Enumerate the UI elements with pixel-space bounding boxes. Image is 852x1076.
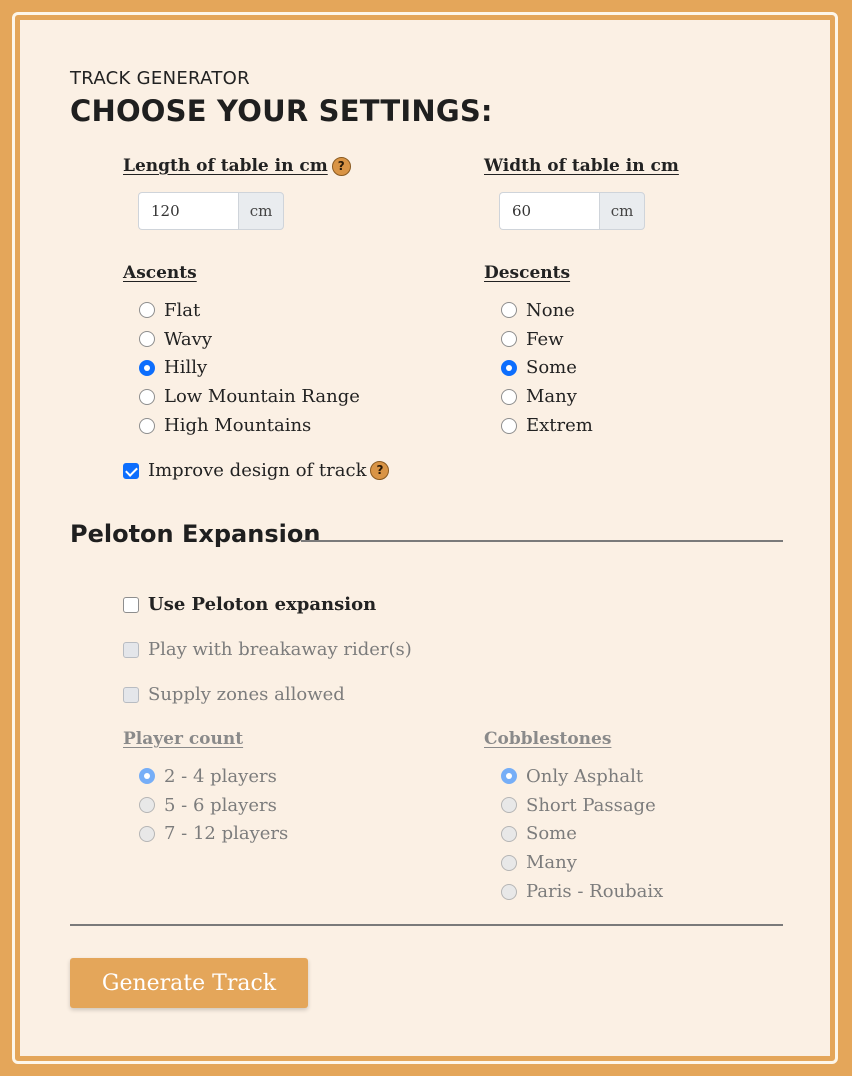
length-input[interactable]: 120 [138,192,238,230]
improve-help-icon[interactable]: ? [370,461,390,480]
player-count-radio-group: 2 - 4 players 5 - 6 players 7 - 12 playe… [139,762,288,848]
radio-button-selected[interactable] [501,359,517,376]
ascents-radio-group: Flat Wavy Hilly Low Mountain Range High … [139,296,360,440]
breakaway-label: Play with breakaway rider(s) [148,639,412,660]
cobblestones-option[interactable]: Some [501,820,663,849]
radio-button[interactable] [139,825,155,842]
radio-button-selected[interactable] [139,768,155,785]
descents-option[interactable]: None [501,296,593,325]
width-input[interactable]: 60 [499,192,599,230]
radio-button[interactable] [139,388,155,405]
use-peloton-row[interactable]: Use Peloton expansion [123,594,376,615]
radio-button-selected[interactable] [501,768,517,785]
supply-zones-label: Supply zones allowed [148,684,345,705]
ascents-option[interactable]: Low Mountain Range [139,382,360,411]
section-divider [301,540,783,542]
cobblestones-option[interactable]: Short Passage [501,791,663,820]
cobblestones-option[interactable]: Paris - Roubaix [501,877,663,906]
bottom-divider [70,924,783,926]
player-count-label: Player count [123,729,244,749]
improve-design-row[interactable]: Improve design of track ? [123,460,390,481]
player-count-option[interactable]: 7 - 12 players [139,820,288,849]
ascents-option[interactable]: High Mountains [139,411,360,440]
cobblestones-option[interactable]: Only Asphalt [501,762,663,791]
radio-button[interactable] [501,388,517,405]
radio-button[interactable] [501,797,517,814]
descents-label: Descents [484,263,571,283]
descents-option[interactable]: Few [501,325,593,354]
width-unit: cm [599,192,645,230]
settings-card: TRACK GENERATOR CHOOSE YOUR SETTINGS: Le… [20,20,830,1056]
breakaway-checkbox[interactable] [123,641,139,658]
descents-radio-group: None Few Some Many Extrem [501,296,593,440]
breakaway-row[interactable]: Play with breakaway rider(s) [123,639,412,660]
descents-option[interactable]: Extrem [501,411,593,440]
improve-design-checkbox[interactable] [123,462,139,479]
length-unit: cm [238,192,284,230]
radio-button[interactable] [139,797,155,814]
ascents-option[interactable]: Flat [139,296,360,325]
cobblestones-radio-group: Only Asphalt Short Passage Some Many Par… [501,762,663,906]
descents-option[interactable]: Many [501,382,593,411]
width-label: Width of table in cm [484,156,679,176]
generate-track-button[interactable]: Generate Track [70,958,308,1008]
ascents-option[interactable]: Hilly [139,354,360,383]
use-peloton-checkbox[interactable] [123,596,139,613]
radio-button-selected[interactable] [139,359,155,376]
player-count-option[interactable]: 5 - 6 players [139,791,288,820]
cobblestones-option[interactable]: Many [501,848,663,877]
cobblestones-label: Cobblestones [484,729,612,749]
radio-button[interactable] [501,883,517,900]
length-input-group: 120 cm [138,192,284,230]
radio-button[interactable] [501,331,517,348]
radio-button[interactable] [501,417,517,434]
improve-design-label: Improve design of track [148,460,367,481]
peloton-section-title: Peloton Expansion [70,520,321,548]
width-input-group: 60 cm [499,192,645,230]
radio-button[interactable] [501,825,517,842]
radio-button[interactable] [139,302,155,319]
eyebrow-title: TRACK GENERATOR [70,68,250,89]
radio-button[interactable] [501,854,517,871]
length-label: Length of table in cm? [123,156,351,176]
supply-zones-checkbox[interactable] [123,686,139,703]
radio-button[interactable] [501,302,517,319]
supply-zones-row[interactable]: Supply zones allowed [123,684,345,705]
ascents-label: Ascents [123,263,197,283]
length-help-icon[interactable]: ? [331,157,351,176]
descents-option[interactable]: Some [501,354,593,383]
ascents-option[interactable]: Wavy [139,325,360,354]
page-title: CHOOSE YOUR SETTINGS: [70,94,493,128]
radio-button[interactable] [139,417,155,434]
radio-button[interactable] [139,331,155,348]
length-label-text: Length of table in cm [123,156,328,176]
player-count-option[interactable]: 2 - 4 players [139,762,288,791]
use-peloton-label: Use Peloton expansion [148,594,377,615]
